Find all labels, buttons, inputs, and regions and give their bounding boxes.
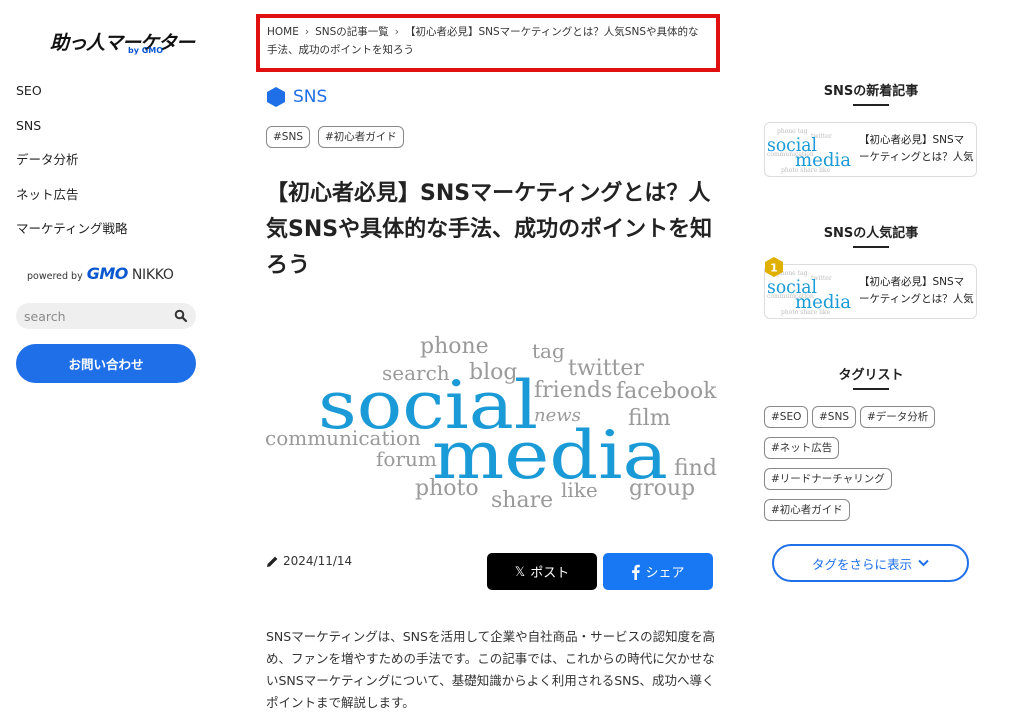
wordcloud-word: media bbox=[432, 417, 668, 494]
publish-date: 2024/11/14 bbox=[266, 554, 352, 568]
svg-text:media: media bbox=[795, 291, 851, 313]
article-tags: #SNS #初心者ガイド bbox=[266, 126, 404, 148]
popular-articles-heading: SNSの人気記事 bbox=[806, 222, 936, 248]
x-icon: 𝕏 bbox=[514, 563, 526, 579]
article-intro: SNSマーケティングは、SNSを活用して企業や自社商品・サービスの認知度を高め、… bbox=[266, 629, 716, 710]
chevron-right-icon: › bbox=[394, 26, 399, 38]
chevron-down-icon bbox=[918, 559, 929, 567]
new-article-title: 【初心者必見】SNSマーケティングとは？人気SNSや具体的な手法、成功のポイント… bbox=[859, 134, 974, 163]
wordcloud-word: tag bbox=[532, 339, 565, 363]
powered-by-logo[interactable]: powered by GMO NIKKO bbox=[27, 264, 174, 283]
breadcrumb-home[interactable]: HOME bbox=[267, 26, 299, 38]
show-more-tags-button[interactable]: タグをさらに表示 bbox=[772, 544, 969, 582]
powered-prefix: powered by bbox=[27, 271, 83, 282]
category-nav: SEO SNS データ分析 ネット広告 マーケティング戦略 bbox=[16, 82, 128, 255]
powered-gmo: GMO bbox=[86, 264, 129, 283]
category-name: SNS bbox=[293, 87, 328, 107]
tag-sns[interactable]: #SNS bbox=[266, 126, 310, 148]
new-articles-heading: SNSの新着記事 bbox=[806, 80, 936, 106]
taglist-item-sns[interactable]: #SNS bbox=[812, 406, 856, 428]
contact-button[interactable]: お問い合わせ bbox=[16, 344, 196, 383]
hero-wordcloud-image: phone tag search blog twitter friends fa… bbox=[265, 334, 717, 513]
nav-item-sns[interactable]: SNS bbox=[16, 117, 128, 152]
rank-number: 1 bbox=[770, 262, 778, 275]
wordcloud-word: phone bbox=[420, 334, 489, 359]
taglist-item-net-ads[interactable]: #ネット広告 bbox=[764, 437, 840, 459]
popular-article-card[interactable]: phone tag twitter communication photo share… bbox=[764, 264, 977, 319]
site-logo[interactable]: 助っ人マーケター by GMO bbox=[48, 26, 195, 60]
search-input[interactable] bbox=[24, 306, 174, 326]
share-facebook-button[interactable]: シェア bbox=[603, 553, 713, 590]
hexagon-icon bbox=[267, 87, 285, 107]
logo-sub: by GMO bbox=[128, 46, 164, 55]
page-title: 【初心者必見】SNSマーケティングとは？人気SNSや具体的な手法、成功のポイント… bbox=[266, 181, 713, 278]
nav-item-seo[interactable]: SEO bbox=[16, 82, 128, 117]
nav-item-data-analysis[interactable]: データ分析 bbox=[16, 151, 128, 186]
powered-nikko: NIKKO bbox=[131, 267, 174, 283]
taglist-item-lead-nurturing[interactable]: #リードナーチャリング bbox=[764, 468, 892, 490]
taglist-item-seo[interactable]: #SEO bbox=[764, 406, 809, 428]
popular-article-title: 【初心者必見】SNSマーケティングとは？人気SNSや具体的な手法、成功のポイント… bbox=[859, 276, 974, 305]
share-facebook-label: シェア bbox=[645, 565, 685, 580]
chevron-right-icon: › bbox=[304, 26, 310, 38]
left-sidebar: 助っ人マーケター by GMO SEO SNS データ分析 ネット広告 マーケテ… bbox=[0, 0, 215, 715]
rank-badge: 1 bbox=[765, 257, 783, 277]
date-text: 2024/11/14 bbox=[283, 554, 353, 568]
taglist-item-data-analysis[interactable]: #データ分析 bbox=[860, 406, 936, 428]
share-x-button[interactable]: 𝕏 ポスト bbox=[487, 553, 597, 590]
show-more-tags-label: タグをさらに表示 bbox=[811, 557, 912, 572]
nav-item-net-ads[interactable]: ネット広告 bbox=[16, 186, 128, 221]
breadcrumb: HOME › SNSの記事一覧 › 【初心者必見】SNSマーケティングとは？人気SNSや… bbox=[256, 14, 720, 72]
tag-beginner-guide[interactable]: #初心者ガイド bbox=[317, 126, 404, 148]
taglist-item-beginner-guide[interactable]: #初心者ガイド bbox=[764, 499, 850, 521]
wordcloud-word: friends bbox=[534, 378, 612, 403]
svg-text:media: media bbox=[795, 149, 851, 171]
nav-item-marketing-strategy[interactable]: マーケティング戦略 bbox=[16, 220, 128, 255]
new-article-card[interactable]: phone tag twitter communication photo share… bbox=[764, 122, 977, 177]
pencil-icon bbox=[267, 556, 278, 567]
facebook-icon bbox=[632, 564, 641, 580]
article-thumbnail: phone tagtwittercommunicationphoto share… bbox=[767, 128, 851, 174]
search-icon[interactable] bbox=[174, 309, 188, 323]
wordcloud-word: facebook bbox=[616, 379, 717, 404]
category-label[interactable]: SNS bbox=[266, 86, 327, 108]
taglist-heading: タグリスト bbox=[806, 364, 936, 390]
wordcloud-word: forum bbox=[376, 447, 437, 471]
breadcrumb-sns-list[interactable]: SNSの記事一覧 bbox=[315, 26, 389, 38]
search-box bbox=[16, 303, 196, 329]
logo-text: 助っ人マーケター bbox=[50, 32, 195, 54]
share-x-label: ポスト bbox=[530, 565, 570, 580]
